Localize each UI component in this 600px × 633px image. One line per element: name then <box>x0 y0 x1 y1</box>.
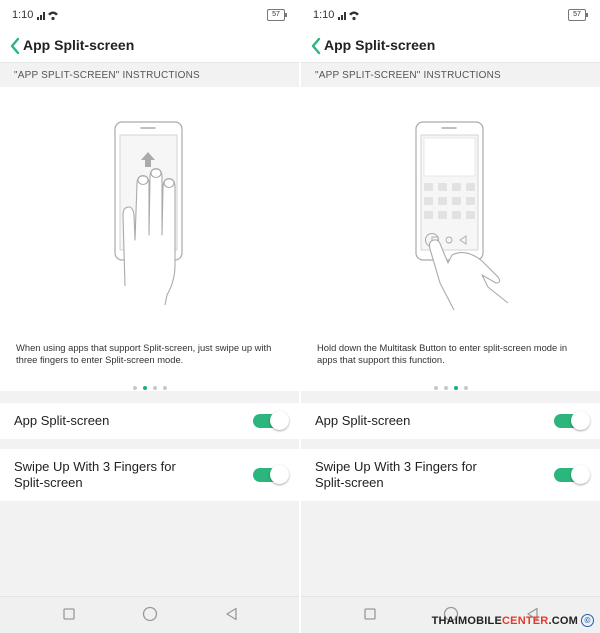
page-dot <box>152 386 157 390</box>
back-triangle-icon[interactable] <box>224 606 240 622</box>
page-dot <box>463 386 468 390</box>
setting-row-swipe-three-fingers[interactable]: Swipe Up With 3 Fingers for Split-screen <box>0 449 299 501</box>
watermark-part2: CENTER <box>502 615 549 627</box>
instruction-description: Hold down the Multitask Button to enter … <box>317 342 568 365</box>
watermark-part1: THAIMOBILE <box>431 615 503 627</box>
watermark-part3: .COM <box>548 615 578 627</box>
three-finger-swipe-illustration <box>114 121 183 306</box>
instruction-carousel[interactable]: Hold down the Multitask Button to enter … <box>301 87 600 391</box>
battery-indicator: 57 <box>568 9 588 21</box>
page-dot <box>443 386 448 390</box>
page-title: App Split-screen <box>23 37 135 53</box>
app-header: App Split-screen <box>301 30 600 63</box>
setting-label: App Split-screen <box>315 413 411 428</box>
signal-wifi-icon <box>338 11 359 21</box>
home-icon[interactable] <box>142 606 158 622</box>
page-indicator <box>0 377 299 395</box>
page-indicator <box>301 377 600 395</box>
page-dot-active <box>142 386 147 390</box>
toggle-knob <box>270 411 289 430</box>
copyright-icon: © <box>581 614 594 627</box>
status-time: 1:10 <box>313 9 335 21</box>
status-time: 1:10 <box>12 9 34 21</box>
page-dot <box>162 386 167 390</box>
page-title: App Split-screen <box>324 37 436 53</box>
instruction-carousel[interactable]: When using apps that support Split-scree… <box>0 87 299 391</box>
setting-row-app-split-screen[interactable]: App Split-screen <box>0 403 299 439</box>
app-split-screen-toggle[interactable] <box>253 411 289 430</box>
phone-screen-left: 1:10 57 App Split-screen "APP SPLIT-SCRE… <box>0 0 299 633</box>
status-bar: 1:10 57 <box>0 0 299 30</box>
swipe-three-fingers-toggle[interactable] <box>253 465 289 484</box>
toggle-knob <box>571 465 590 484</box>
setting-row-app-split-screen[interactable]: App Split-screen <box>301 403 600 439</box>
hold-multitask-button-illustration <box>415 121 509 311</box>
phone-screen-right: 1:10 57 App Split-screen "APP SPLIT-SCRE… <box>301 0 600 633</box>
instructions-section-label: "APP SPLIT-SCREEN" INSTRUCTIONS <box>14 70 200 81</box>
swipe-three-fingers-toggle[interactable] <box>554 465 590 484</box>
instructions-section-label: "APP SPLIT-SCREEN" INSTRUCTIONS <box>315 70 501 81</box>
recent-apps-icon[interactable] <box>61 606 77 622</box>
status-bar: 1:10 57 <box>301 0 600 30</box>
app-header: App Split-screen <box>0 30 299 63</box>
instruction-description: When using apps that support Split-scree… <box>16 342 272 365</box>
back-chevron-icon[interactable] <box>8 35 22 57</box>
page-dot <box>433 386 438 390</box>
navigation-bar <box>0 596 299 633</box>
site-watermark: THAIMOBILECENTER.COM © <box>432 614 594 627</box>
app-split-screen-toggle[interactable] <box>554 411 590 430</box>
battery-indicator: 57 <box>267 9 287 21</box>
toggle-knob <box>571 411 590 430</box>
page-dot <box>132 386 137 390</box>
setting-label: Swipe Up With 3 Fingers for Split-screen <box>14 459 176 490</box>
toggle-knob <box>270 465 289 484</box>
setting-row-swipe-three-fingers[interactable]: Swipe Up With 3 Fingers for Split-screen <box>301 449 600 501</box>
page-dot-active <box>453 386 458 390</box>
recent-apps-icon[interactable] <box>362 606 378 622</box>
setting-label: App Split-screen <box>14 413 110 428</box>
back-chevron-icon[interactable] <box>309 35 323 57</box>
setting-label: Swipe Up With 3 Fingers for Split-screen <box>315 459 477 490</box>
signal-wifi-icon <box>37 11 58 21</box>
